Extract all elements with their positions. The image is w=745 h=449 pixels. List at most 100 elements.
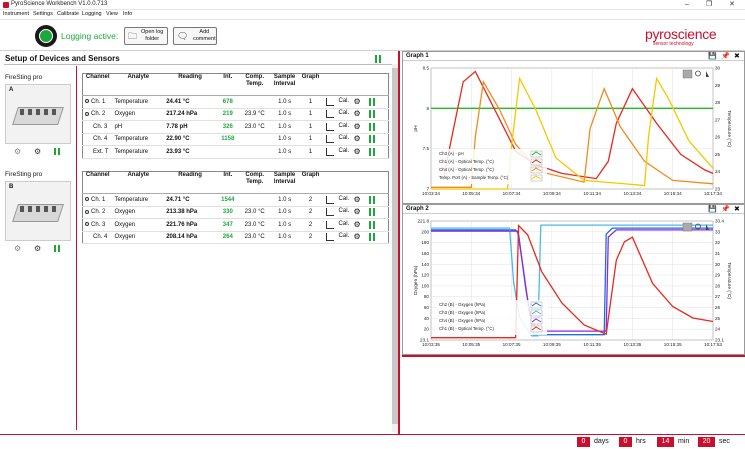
channel-settings-gear-icon[interactable]: ⚙ [354,207,361,217]
channel-controls: Cal. ⚙ [321,133,389,146]
pin-icon[interactable]: 📌 [721,205,730,214]
y-right-tick-label: 29 [715,83,721,88]
reading-cell: 22.90 °C [164,133,216,146]
channel-pause-icon[interactable] [368,97,375,106]
close-graph-icon[interactable]: ✖ [734,52,740,61]
calibrate-button[interactable]: Cal. [339,221,350,227]
y-right-tick-label: 30 [715,66,721,71]
menu-settings[interactable]: Settings [33,11,53,17]
channel-pause-icon[interactable] [368,122,375,131]
channel-settings-gear-icon[interactable]: ⚙ [354,232,361,242]
graph-cell: 2 [299,218,322,232]
device-b-channel-table: Channel Analyte Reading Int. Comp. Temp. Samp… [82,171,389,244]
chart-icon[interactable] [325,122,334,131]
graph-cell: 2 [299,206,322,219]
x-tick-label: 10:11:35 [583,342,601,347]
y-tick-label: 20 [424,327,430,332]
channel-control-group: Cal. ⚙ [324,207,382,217]
menu-bar: Instrument Settings Calibrate Logging Vi… [0,10,745,20]
menu-info[interactable]: Info [123,11,132,17]
chart-icon[interactable] [325,195,334,204]
pan-tool-icon[interactable] [682,222,693,232]
save-graph-icon[interactable]: 💾 [708,205,717,214]
calibrate-button[interactable]: Cal. [339,233,350,239]
calibrate-button[interactable]: Cal. [339,208,350,214]
calibrate-button[interactable]: Cal. [339,110,350,116]
channel-radio[interactable] [85,209,89,214]
device-a-settings-gear-icon[interactable]: ⚙ [14,147,21,156]
y-tick-label: 23.1 [420,338,429,343]
add-comment-button[interactable]: 🗨 Add comment [173,27,217,45]
graph-1-chart[interactable]: 10:03:34 10:05:34 10:07:34 10:09:34 10:11:34… [403,62,744,203]
menu-view[interactable]: View [106,11,118,17]
minimize-button[interactable]: – [676,0,698,10]
chart-icon[interactable] [325,97,334,106]
setup-scrollbar[interactable] [392,64,398,432]
channel-pause-icon[interactable] [368,135,375,144]
channel-settings-gear-icon[interactable]: ⚙ [354,134,361,144]
channel-pause-icon[interactable] [368,147,375,156]
calibrate-button[interactable]: Cal. [339,135,350,141]
channel-settings-gear-icon[interactable]: ⚙ [354,97,361,107]
calibrate-button[interactable]: Cal. [339,196,350,202]
channel-pause-icon[interactable] [368,110,375,119]
pause-all-icon[interactable] [375,55,381,63]
column-header: Int. [215,73,240,96]
graph-cell: 2 [299,231,322,244]
device-a: FireSting pro A ⚙ ⚙ [5,74,71,158]
device-a-config-gear-icon[interactable]: ⚙ [34,147,41,156]
chart-icon[interactable] [325,220,334,229]
channel-settings-gear-icon[interactable]: ⚙ [354,195,361,205]
open-log-folder-button[interactable]: 🗀 Open log folder [124,27,168,45]
menu-logging[interactable]: Logging [82,11,102,17]
channel-settings-gear-icon[interactable]: ⚙ [354,220,361,230]
device-b-pause-icon[interactable] [54,245,60,252]
save-graph-icon[interactable]: 💾 [708,52,717,61]
comp-temp-cell [239,145,270,159]
folder-icon: 🗀 [128,31,138,41]
menu-calibrate[interactable]: Calibrate [57,11,79,17]
table-row: Ch. 4 Oxygen 208.14 hPa 264 23.0 °C 1.0 s 2 Cal… [82,231,389,244]
restore-button[interactable]: ❐ [698,0,720,10]
chart-icon[interactable] [325,147,334,156]
chart-icon[interactable] [325,233,334,242]
close-window-button[interactable]: ✕ [721,0,743,10]
channel-settings-gear-icon[interactable]: ⚙ [354,109,361,119]
legend-entry: Ch1 (B) - Optical Temp. (°C) [439,326,494,331]
chart-icon[interactable] [325,110,334,119]
timer-hrs-label: hrs [636,438,646,445]
device-b: FireSting pro B ⚙ ⚙ [5,171,71,255]
channel-radio[interactable] [85,197,89,202]
pan-tool-icon[interactable] [682,69,693,79]
channel-pause-icon[interactable] [368,220,375,229]
chart-icon[interactable] [325,135,334,144]
channel-radio[interactable] [85,111,89,116]
device-b-settings-gear-icon[interactable]: ⚙ [14,244,21,253]
channel-pause-icon[interactable] [368,208,375,217]
intensity-cell: 1158 [215,133,240,146]
channel-settings-gear-icon[interactable]: ⚙ [354,122,361,132]
calibrate-button[interactable]: Cal. [339,98,350,104]
calibrate-button[interactable]: Cal. [339,148,350,154]
menu-instrument[interactable]: Instrument [3,11,29,17]
scrollbar-thumb[interactable] [392,68,398,424]
close-graph-icon[interactable]: ✖ [734,205,740,214]
calibrate-button[interactable]: Cal. [339,123,350,129]
device-a-channel-table: Channel Analyte Reading Int. Comp. Temp. Samp… [82,73,389,159]
channel-radio[interactable] [85,99,89,104]
chart-icon[interactable] [325,208,334,217]
channel-pause-icon[interactable] [368,233,375,242]
channel-pause-icon[interactable] [368,195,375,204]
device-b-controls: ⚙ ⚙ [8,244,68,253]
window-title: PyroScience Workbench V1.0.0.713 [11,1,108,7]
channel-settings-gear-icon[interactable]: ⚙ [354,147,361,157]
channel-radio[interactable] [85,222,89,227]
column-header-controls [321,73,389,96]
channel-control-group: Cal. ⚙ [324,195,382,205]
device-b-config-gear-icon[interactable]: ⚙ [34,244,41,253]
graph-2-chart[interactable]: 10:03:35 10:05:35 10:07:35 10:09:35 10:11:35… [403,215,744,354]
channel-control-group: Cal. ⚙ [324,134,382,144]
x-tick-label: 10:11:34 [583,191,601,196]
pin-icon[interactable]: 📌 [721,52,730,61]
device-a-pause-icon[interactable] [54,148,60,155]
